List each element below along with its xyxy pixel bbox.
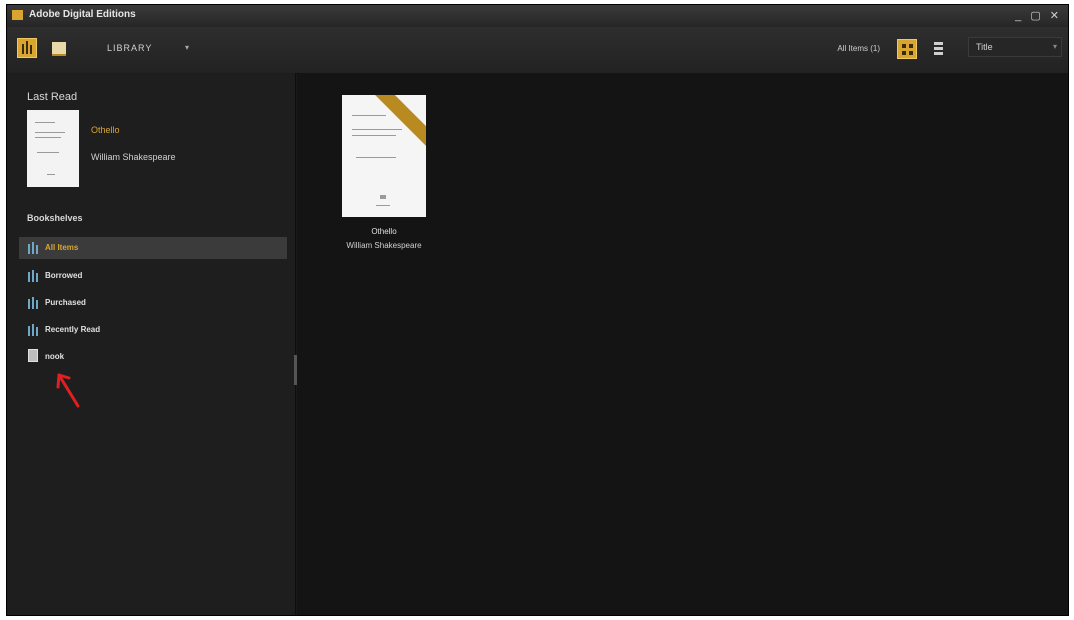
sort-dropdown[interactable]: Title ▾ (968, 37, 1062, 57)
shelf-label: nook (45, 352, 65, 361)
last-read-heading: Last Read (27, 91, 78, 103)
book-title[interactable]: Othello (342, 227, 426, 236)
sidebar: Last Read Othello William Shakespeare Bo… (7, 73, 296, 615)
book-cover[interactable] (342, 95, 426, 217)
library-content: Othello William Shakespeare (297, 73, 1068, 615)
bookshelf-icon (27, 270, 39, 282)
app-logo-icon (12, 10, 23, 20)
library-view-button[interactable] (17, 38, 37, 58)
items-count: All Items (1) (837, 44, 880, 53)
shelf-recently-read[interactable]: Recently Read (19, 319, 287, 341)
shelf-purchased[interactable]: Purchased (19, 292, 287, 314)
sort-value: Title (976, 42, 993, 52)
shelf-all-items[interactable]: All Items (19, 237, 287, 259)
reading-view-button[interactable] (49, 38, 69, 58)
bookshelf-icon (27, 297, 39, 309)
list-view-button[interactable] (929, 39, 949, 59)
last-read-cover[interactable] (27, 110, 79, 187)
list-icon (934, 42, 943, 45)
shelf-nook-device[interactable]: nook (19, 346, 287, 368)
annotation-arrow-icon (56, 373, 80, 408)
bookshelf-icon (27, 324, 39, 336)
shelf-label: Purchased (45, 298, 86, 307)
shelf-borrowed[interactable]: Borrowed (19, 265, 287, 287)
chevron-down-icon[interactable]: ▾ (185, 43, 189, 52)
device-icon (28, 349, 38, 362)
library-menu[interactable]: LIBRARY (107, 43, 152, 53)
bookshelf-icon (22, 44, 24, 54)
thumbnail-view-button[interactable] (897, 39, 917, 59)
grid-icon (902, 44, 906, 48)
bookshelves-heading: Bookshelves (27, 213, 83, 223)
window-title: Adobe Digital Editions (29, 9, 136, 20)
window-controls[interactable]: _ ▢ ✕ (1015, 9, 1062, 22)
app-window: Adobe Digital Editions _ ▢ ✕ LIBRARY ▾ A… (6, 4, 1069, 616)
shelf-label: Borrowed (45, 271, 83, 280)
shelf-label: Recently Read (45, 325, 101, 334)
bookshelf-icon (27, 242, 39, 254)
book-author: William Shakespeare (346, 241, 422, 250)
open-book-icon (52, 42, 66, 56)
title-bar: Adobe Digital Editions _ ▢ ✕ (7, 5, 1068, 27)
chevron-down-icon: ▾ (1052, 42, 1057, 51)
shelf-label: All Items (45, 243, 79, 252)
last-read-author: William Shakespeare (91, 152, 176, 162)
new-ribbon (372, 95, 426, 150)
last-read-title[interactable]: Othello (91, 125, 120, 135)
